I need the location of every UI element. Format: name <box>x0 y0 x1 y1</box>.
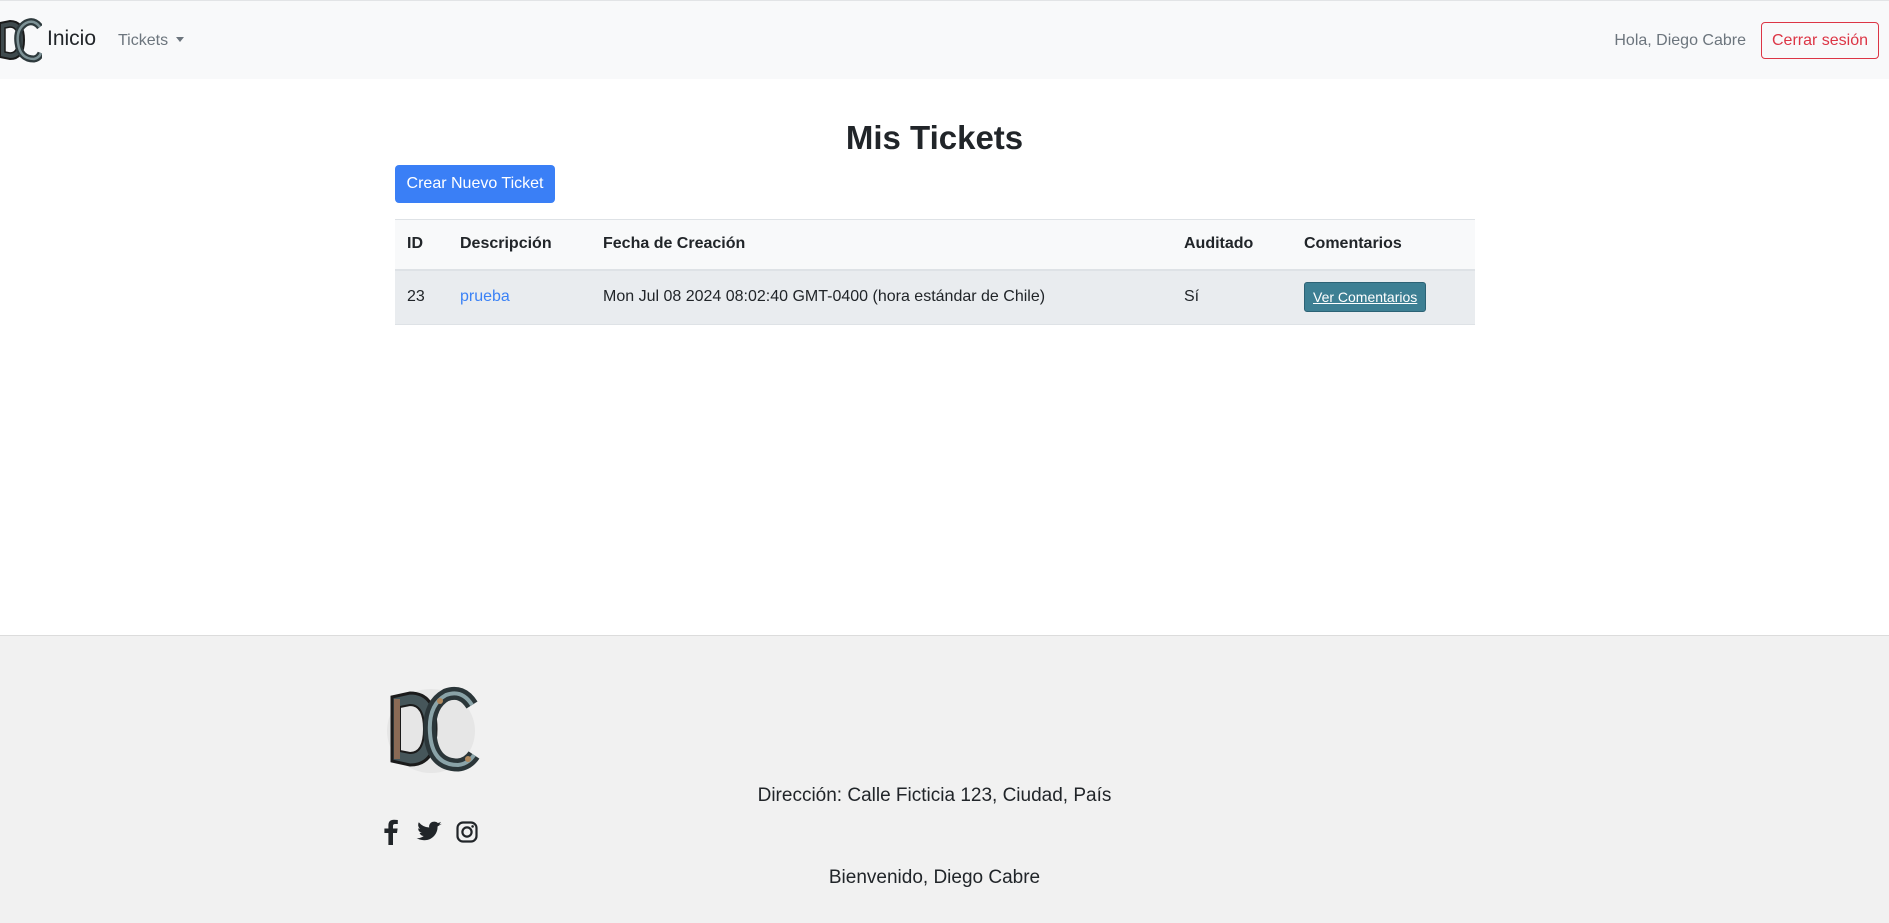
top-navbar: Inicio Tickets Hola, Diego Cabre Cerrar … <box>0 0 1889 79</box>
ticket-description-cell: prueba <box>448 270 591 325</box>
footer-address: Dirección: Calle Ficticia 123, Ciudad, P… <box>757 785 1112 806</box>
logout-button[interactable]: Cerrar sesión <box>1761 22 1879 59</box>
column-header-descripcion: Descripción <box>460 235 552 253</box>
facebook-icon[interactable] <box>378 819 404 845</box>
ticket-comments-cell: Ver Comentarios <box>1292 270 1475 325</box>
brand-link[interactable]: Inicio <box>47 27 96 51</box>
ticket-description-link[interactable]: prueba <box>460 288 510 305</box>
view-comments-button[interactable]: Ver Comentarios <box>1304 282 1427 313</box>
table-row: 23 prueba Mon Jul 08 2024 08:02:40 GMT-0… <box>395 269 1475 325</box>
social-links <box>378 819 480 845</box>
table-header-row: ID Descripción Fecha de Creación Auditad… <box>395 219 1475 270</box>
ticket-id: 23 <box>407 288 425 306</box>
tickets-table: ID Descripción Fecha de Creación Auditad… <box>395 219 1475 325</box>
footer-welcome: Bienvenido, Diego Cabre <box>828 867 1041 888</box>
ticket-created-date: Mon Jul 08 2024 08:02:40 GMT-0400 (hora … <box>603 288 1046 306</box>
instagram-icon[interactable] <box>454 819 480 845</box>
brand-logo[interactable] <box>0 15 42 65</box>
page-footer: Dirección: Calle Ficticia 123, Ciudad, P… <box>0 635 1889 923</box>
column-header-fecha: Fecha de Creación <box>603 235 746 253</box>
user-greeting: Hola, Diego Cabre <box>1614 32 1746 49</box>
footer-logo <box>387 686 480 773</box>
caret-down-icon <box>176 37 185 42</box>
column-header-id: ID <box>407 235 423 253</box>
column-header-auditado: Auditado <box>1184 235 1254 253</box>
create-ticket-button[interactable]: Crear Nuevo Ticket <box>395 165 555 203</box>
tickets-dropdown[interactable]: Tickets <box>118 31 185 51</box>
twitter-icon[interactable] <box>416 819 442 845</box>
column-header-comentarios: Comentarios <box>1304 235 1402 253</box>
tickets-dropdown-label: Tickets <box>118 32 169 49</box>
ticket-audited: Sí <box>1184 288 1200 306</box>
page-title: Mis Tickets <box>845 119 1024 156</box>
